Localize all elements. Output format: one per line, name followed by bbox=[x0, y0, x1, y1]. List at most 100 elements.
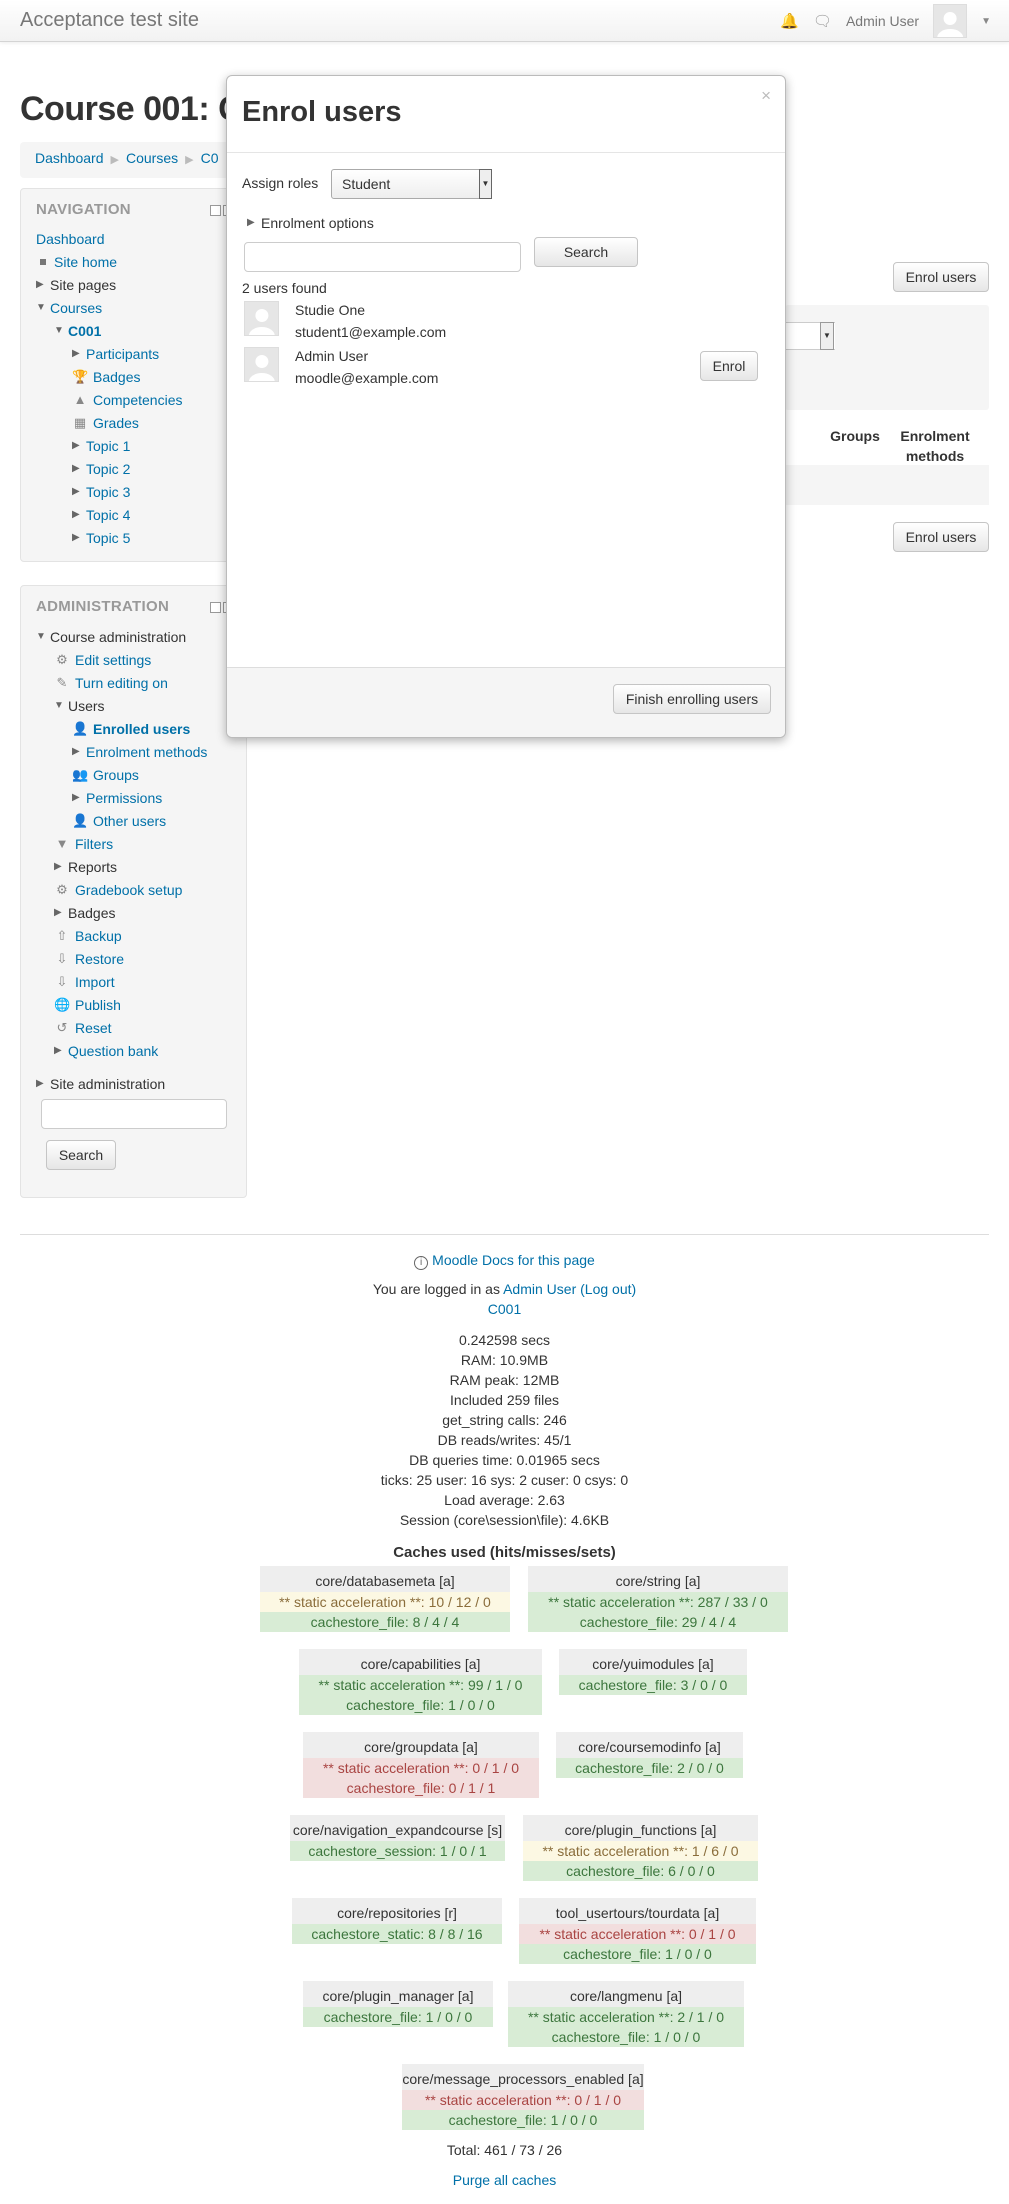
user-icon: 👤 bbox=[72, 813, 89, 828]
column-groups[interactable]: Groups bbox=[820, 426, 890, 446]
admin-permissions[interactable]: ▶ Permissions bbox=[72, 788, 162, 808]
admin-badges[interactable]: ▶ Badges bbox=[54, 903, 115, 923]
cache-stat-line: ** static acceleration **: 1 / 6 / 0 bbox=[523, 1841, 758, 1861]
cache-stat-line: cachestore_static: 8 / 8 / 16 bbox=[292, 1924, 502, 1944]
admin-question-bank[interactable]: ▶ Question bank bbox=[54, 1041, 158, 1061]
avatar bbox=[244, 347, 279, 382]
admin-restore[interactable]: ⇩ Restore bbox=[54, 949, 124, 969]
cache-entry: core/yuimodules [a] cachestore_file: 3 / … bbox=[559, 1649, 747, 1695]
bullet-icon bbox=[40, 259, 46, 265]
breadcrumb-dashboard[interactable]: Dashboard bbox=[35, 150, 104, 166]
cache-entry: core/groupdata [a] ** static acceleration… bbox=[303, 1732, 539, 1798]
collapsed-arrow-icon: ▶ bbox=[247, 217, 255, 228]
admin-course-administration[interactable]: ▼ Course administration bbox=[36, 627, 186, 647]
admin-reports[interactable]: ▶ Reports bbox=[54, 857, 117, 877]
assign-roles-select[interactable]: Student ▼ bbox=[331, 169, 492, 199]
admin-gradebook-setup[interactable]: ⚙ Gradebook setup bbox=[54, 880, 182, 900]
enrol-button[interactable]: Enrol bbox=[700, 351, 758, 381]
user-search-input[interactable] bbox=[244, 242, 521, 272]
logged-in-user-link[interactable]: Admin User bbox=[503, 1281, 576, 1297]
avatar bbox=[244, 301, 279, 336]
admin-other-users[interactable]: 👤 Other users bbox=[72, 811, 166, 831]
user-menu-caret-icon[interactable]: ▼ bbox=[981, 16, 991, 27]
nav-site-home[interactable]: Site home bbox=[36, 252, 117, 272]
logout-link[interactable]: (Log out) bbox=[580, 1281, 636, 1297]
administration-block-title: ADMINISTRATION bbox=[36, 598, 170, 615]
admin-publish[interactable]: 🌐 Publish bbox=[54, 995, 121, 1015]
caches-title: Caches used (hits/misses/sets) bbox=[393, 1544, 616, 1561]
assign-roles-value: Student bbox=[342, 176, 391, 192]
nav-topic-4[interactable]: ▶ Topic 4 bbox=[72, 505, 130, 525]
close-icon[interactable]: × bbox=[761, 86, 771, 106]
enrolment-options-toggle[interactable]: ▶ Enrolment options bbox=[247, 213, 374, 233]
nav-courses[interactable]: ▼ Courses bbox=[36, 298, 102, 318]
admin-edit-settings[interactable]: ⚙ Edit settings bbox=[54, 650, 151, 670]
nav-participants[interactable]: ▶ Participants bbox=[72, 344, 159, 364]
admin-filters[interactable]: ▼ Filters bbox=[54, 834, 114, 854]
user-search-button[interactable]: Search bbox=[534, 237, 638, 267]
perf-ticks: ticks: 25 user: 16 sys: 2 cuser: 0 csys:… bbox=[380, 1472, 629, 1488]
footer-course-link[interactable]: C001 bbox=[488, 1301, 521, 1317]
admin-enrolment-methods[interactable]: ▶ Enrolment methods bbox=[72, 742, 207, 762]
collapsed-arrow-icon: ▶ bbox=[36, 1078, 44, 1089]
enrol-users-button-bottom[interactable]: Enrol users bbox=[893, 522, 989, 552]
select-arrow-icon[interactable]: ▼ bbox=[479, 169, 492, 199]
nav-topic-3[interactable]: ▶ Topic 3 bbox=[72, 482, 130, 502]
nav-dashboard[interactable]: Dashboard bbox=[36, 229, 105, 249]
purge-all-caches-link[interactable]: Purge all caches bbox=[453, 2172, 557, 2188]
site-brand[interactable]: Acceptance test site bbox=[20, 9, 199, 32]
nav-topic-2[interactable]: ▶ Topic 2 bbox=[72, 459, 130, 479]
admin-search-button[interactable]: Search bbox=[46, 1140, 116, 1170]
logged-in-info: You are logged in as Admin User (Log out… bbox=[0, 1279, 1009, 1299]
cache-stat-line: ** static acceleration **: 0 / 1 / 0 bbox=[402, 2090, 644, 2110]
cache-stat-line: cachestore_file: 1 / 0 / 0 bbox=[519, 1944, 756, 1964]
cache-stat-line: cachestore_file: 8 / 4 / 4 bbox=[260, 1612, 510, 1632]
perf-ram-peak: RAM peak: 12MB bbox=[449, 1372, 560, 1388]
column-enrolment-methods[interactable]: Enrolment methods bbox=[890, 426, 980, 466]
moodle-docs-link[interactable]: Moodle Docs for this page bbox=[432, 1252, 595, 1268]
gear-icon: ⚙ bbox=[56, 652, 68, 667]
block-minimize-icon[interactable] bbox=[210, 602, 221, 613]
nav-topic-1[interactable]: ▶ Topic 1 bbox=[72, 436, 130, 456]
breadcrumb-courses[interactable]: Courses bbox=[126, 150, 178, 166]
notification-bell-icon[interactable]: 🔔 bbox=[780, 12, 799, 30]
cache-entry: tool_usertours/tourdata [a] ** static acc… bbox=[519, 1898, 756, 1964]
footer-course-row: C001 bbox=[0, 1299, 1009, 1319]
cache-name: core/message_processors_enabled [a] bbox=[402, 2071, 644, 2087]
admin-import[interactable]: ⇩ Import bbox=[54, 972, 115, 992]
nav-site-pages[interactable]: ▶ Site pages bbox=[36, 275, 116, 295]
user-email: student1@example.com bbox=[295, 324, 447, 340]
cache-stat-line: ** static acceleration **: 2 / 1 / 0 bbox=[508, 2007, 744, 2027]
admin-users[interactable]: ▼ Users bbox=[54, 696, 105, 716]
nav-grades[interactable]: ▦ Grades bbox=[72, 413, 139, 433]
user-name: Admin User bbox=[295, 348, 369, 364]
admin-search-input[interactable] bbox=[41, 1099, 227, 1129]
cache-entry: core/message_processors_enabled [a] ** st… bbox=[402, 2064, 644, 2130]
admin-enrolled-users[interactable]: 👤 Enrolled users bbox=[72, 719, 190, 739]
admin-site-administration[interactable]: ▶ Site administration bbox=[36, 1074, 165, 1094]
block-minimize-icon[interactable] bbox=[210, 205, 221, 216]
nav-competencies[interactable]: ▲ Competencies bbox=[72, 390, 183, 410]
admin-reset[interactable]: ↺ Reset bbox=[54, 1018, 112, 1038]
expanded-arrow-icon: ▼ bbox=[54, 700, 64, 711]
cache-stat-line: cachestore_session: 1 / 0 / 1 bbox=[290, 1841, 505, 1861]
competencies-icon: ▲ bbox=[73, 392, 87, 407]
admin-groups[interactable]: 👥 Groups bbox=[72, 765, 139, 785]
finish-enrolling-button[interactable]: Finish enrolling users bbox=[613, 684, 771, 714]
enrol-users-button-top[interactable]: Enrol users bbox=[893, 262, 989, 292]
trophy-icon: 🏆 bbox=[72, 369, 89, 384]
cache-name: core/yuimodules [a] bbox=[592, 1656, 714, 1672]
nav-badges[interactable]: 🏆 Badges bbox=[72, 367, 140, 387]
admin-backup[interactable]: ⇧ Backup bbox=[54, 926, 122, 946]
nav-c001[interactable]: ▼ C001 bbox=[54, 321, 101, 341]
breadcrumb-course[interactable]: C0 bbox=[201, 150, 219, 166]
admin-turn-editing-on[interactable]: ✎ Turn editing on bbox=[54, 673, 168, 693]
user-menu-name[interactable]: Admin User bbox=[846, 13, 919, 29]
filter-select-arrow-icon[interactable]: ▼ bbox=[820, 322, 834, 350]
messages-icon[interactable]: 🗨 bbox=[813, 12, 832, 30]
nav-topic-5[interactable]: ▶ Topic 5 bbox=[72, 528, 130, 548]
user-avatar[interactable] bbox=[933, 4, 968, 38]
expanded-arrow-icon: ▼ bbox=[54, 325, 64, 336]
breadcrumb-separator-icon: ▶ bbox=[185, 154, 194, 166]
cache-stat-line: ** static acceleration **: 10 / 12 / 0 bbox=[260, 1592, 510, 1612]
